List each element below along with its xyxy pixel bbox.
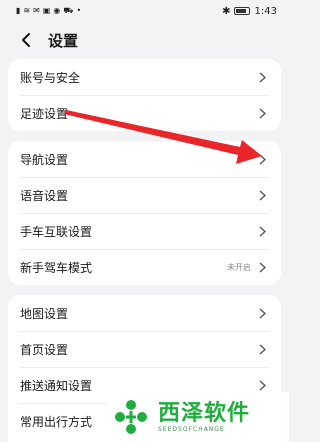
chevron-right-icon — [259, 189, 267, 201]
page-title: 设置 — [48, 31, 79, 50]
chevron-right-icon — [259, 153, 267, 165]
battery-icon — [233, 7, 250, 15]
more-dots-icon: • — [76, 6, 82, 15]
status-time: 1:43 — [254, 5, 277, 17]
status-right: ✱ 1:43 — [222, 6, 277, 17]
chevron-right-icon — [259, 307, 267, 319]
settings-item-voice[interactable]: 语音设置 — [8, 177, 281, 213]
settings-item-phone-car-link[interactable]: 手车互联设置 — [8, 213, 281, 249]
car-icon: ⛟ — [63, 6, 74, 15]
watermark-name: 西泽软件 — [158, 400, 251, 426]
settings-item-label: 首页设置 — [20, 342, 69, 357]
watermark-icon — [115, 400, 147, 434]
settings-item-label: 新手驾车模式 — [20, 260, 93, 275]
chevron-right-icon — [259, 379, 267, 391]
settings-item-label: 手车互联设置 — [20, 224, 93, 239]
photo-icon: ▣ — [42, 6, 51, 15]
settings-item-account-security[interactable]: 账号与安全 — [8, 59, 281, 95]
settings-item-label: 账号与安全 — [20, 70, 81, 85]
settings-group-account: 账号与安全 足迹设置 — [8, 59, 281, 131]
page-header: 设置 — [0, 24, 289, 56]
watermark-sub: SEEDSOFCHANGE — [158, 425, 225, 433]
settings-item-label: 地图设置 — [20, 306, 69, 321]
watermark-text: 西泽软件 SEEDSOFCHANGE — [158, 400, 251, 433]
settings-item-navigation[interactable]: 导航设置 — [8, 141, 281, 177]
settings-item-map[interactable]: 地图设置 — [8, 295, 281, 331]
settings-item-footprint[interactable]: 足迹设置 — [8, 95, 281, 131]
settings-item-label: 导航设置 — [20, 152, 69, 167]
wifi-icon: ≋ — [23, 6, 31, 15]
watermark-logo: 西泽软件 SEEDSOFCHANGE — [106, 392, 289, 442]
bluetooth-icon: ✱ — [222, 5, 231, 17]
settings-item-homepage[interactable]: 首页设置 — [8, 331, 281, 367]
chevron-right-icon — [259, 107, 267, 119]
settings-item-label: 语音设置 — [20, 188, 69, 203]
status-bar: ▮ ≋ ✉ ▣ ◉ ⛟ • ✱ 1:43 — [0, 0, 289, 22]
novice-mode-status: 未开启 — [227, 262, 251, 272]
settings-item-label: 推送通知设置 — [20, 378, 93, 393]
chevron-right-icon — [259, 225, 267, 237]
chevron-right-icon — [259, 343, 267, 355]
notification-icon: ◉ — [53, 6, 61, 15]
chevron-right-icon — [259, 261, 267, 273]
settings-item-novice-driving[interactable]: 新手驾车模式 未开启 — [8, 249, 281, 285]
mail-icon: ✉ — [33, 6, 40, 15]
status-icons: ▮ ≋ ✉ ▣ ◉ ⛟ • — [16, 7, 81, 15]
chevron-right-icon — [259, 71, 267, 83]
back-arrow-icon — [22, 33, 30, 47]
signal-icon: ▮ — [16, 6, 21, 15]
settings-group-navigation: 导航设置 语音设置 手车互联设置 新手驾车模式 未开启 — [8, 141, 281, 285]
back-button[interactable] — [16, 29, 36, 51]
settings-item-label: 足迹设置 — [20, 106, 69, 121]
